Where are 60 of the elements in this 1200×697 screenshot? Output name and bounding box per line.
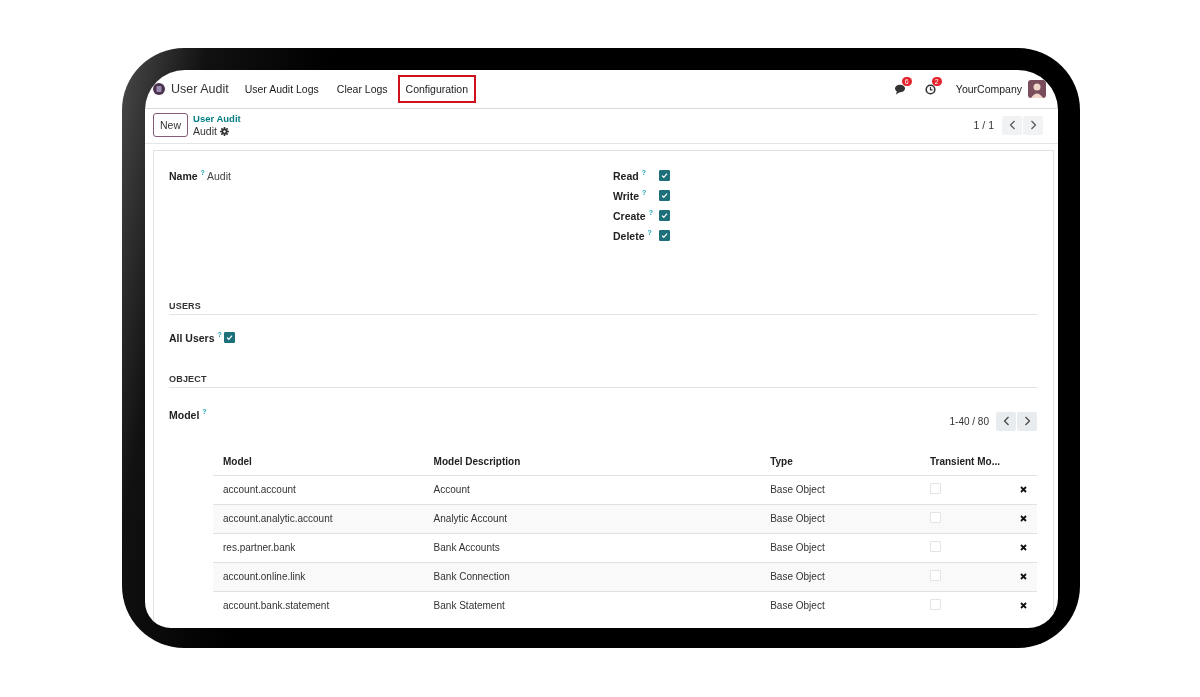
table-cell: Base Object — [760, 562, 920, 591]
field-label: Write $^{?}$ — [613, 189, 648, 202]
column-header[interactable]: Model Description — [423, 448, 761, 475]
user-avatar-icon — [1028, 80, 1046, 98]
chat-icon — [894, 83, 907, 95]
table-cell: Analytic Account — [423, 504, 761, 533]
previous-button[interactable] — [1002, 115, 1022, 135]
checkbox[interactable] — [659, 230, 670, 241]
column-header[interactable]: Type — [760, 448, 920, 475]
table-cell: Bank Connection — [423, 562, 761, 591]
remove-button[interactable] — [1020, 486, 1027, 493]
checkbox[interactable] — [659, 190, 670, 201]
name-value[interactable]: Audit — [207, 169, 231, 182]
table-cell: Base Object — [760, 591, 920, 620]
checkbox[interactable] — [659, 210, 670, 221]
column-header[interactable]: Model — [213, 448, 424, 475]
table-cell: account.analytic.account — [213, 504, 424, 533]
field-label: Create $^{?}$ — [613, 209, 654, 222]
pager-text: 1-40 / 80 — [949, 415, 989, 427]
chevron-right-icon — [1023, 416, 1031, 426]
next-button[interactable] — [1023, 115, 1043, 135]
company-switcher[interactable]: YourCompany — [955, 83, 1022, 95]
close-icon — [1020, 486, 1027, 493]
app-logo-icon — [153, 83, 165, 95]
remove-button[interactable] — [1020, 602, 1027, 609]
remove-button[interactable] — [1020, 515, 1027, 522]
section-heading: OBJECT — [169, 373, 1037, 388]
field-label: Model $^{?}$ — [169, 407, 207, 420]
table-cell: account.online.link — [213, 562, 424, 591]
field-label: Delete $^{?}$ — [613, 229, 653, 242]
checkbox[interactable] — [224, 331, 235, 343]
close-icon — [1020, 602, 1027, 609]
close-icon — [1020, 573, 1027, 580]
table-cell: account.bank.statement — [213, 591, 424, 620]
app-name[interactable]: User Audit — [171, 82, 229, 96]
table-cell: Base Object — [760, 504, 920, 533]
menu-item[interactable]: User Audit Logs — [236, 75, 327, 103]
field-label: All Users $^{?}$ — [169, 331, 223, 344]
record-title: Audit — [193, 125, 217, 137]
menu-item[interactable]: Configuration — [397, 75, 477, 103]
breadcrumb-link[interactable]: User Audit — [193, 113, 241, 125]
column-header[interactable]: Transient Mo... — [919, 448, 1010, 475]
chevron-right-icon — [1029, 120, 1037, 130]
gear-icon — [219, 126, 229, 136]
next-button[interactable] — [1017, 411, 1037, 431]
close-icon — [1020, 544, 1027, 551]
menu-item[interactable]: Clear Logs — [328, 75, 396, 103]
checkbox[interactable] — [659, 170, 670, 181]
section-heading: USERS — [169, 301, 1037, 315]
chevron-left-icon — [1002, 416, 1010, 426]
remove-button[interactable] — [1020, 573, 1027, 580]
new-button[interactable]: New — [153, 113, 188, 137]
clock-icon — [924, 83, 936, 95]
remove-button[interactable] — [1020, 544, 1027, 551]
chevron-left-icon — [1008, 120, 1016, 130]
previous-button[interactable] — [996, 411, 1016, 431]
table-cell: Bank Statement — [423, 591, 761, 620]
pager-text: 1 / 1 — [973, 119, 994, 131]
close-icon — [1020, 515, 1027, 522]
field-label: Read $^{?}$ — [613, 169, 647, 182]
